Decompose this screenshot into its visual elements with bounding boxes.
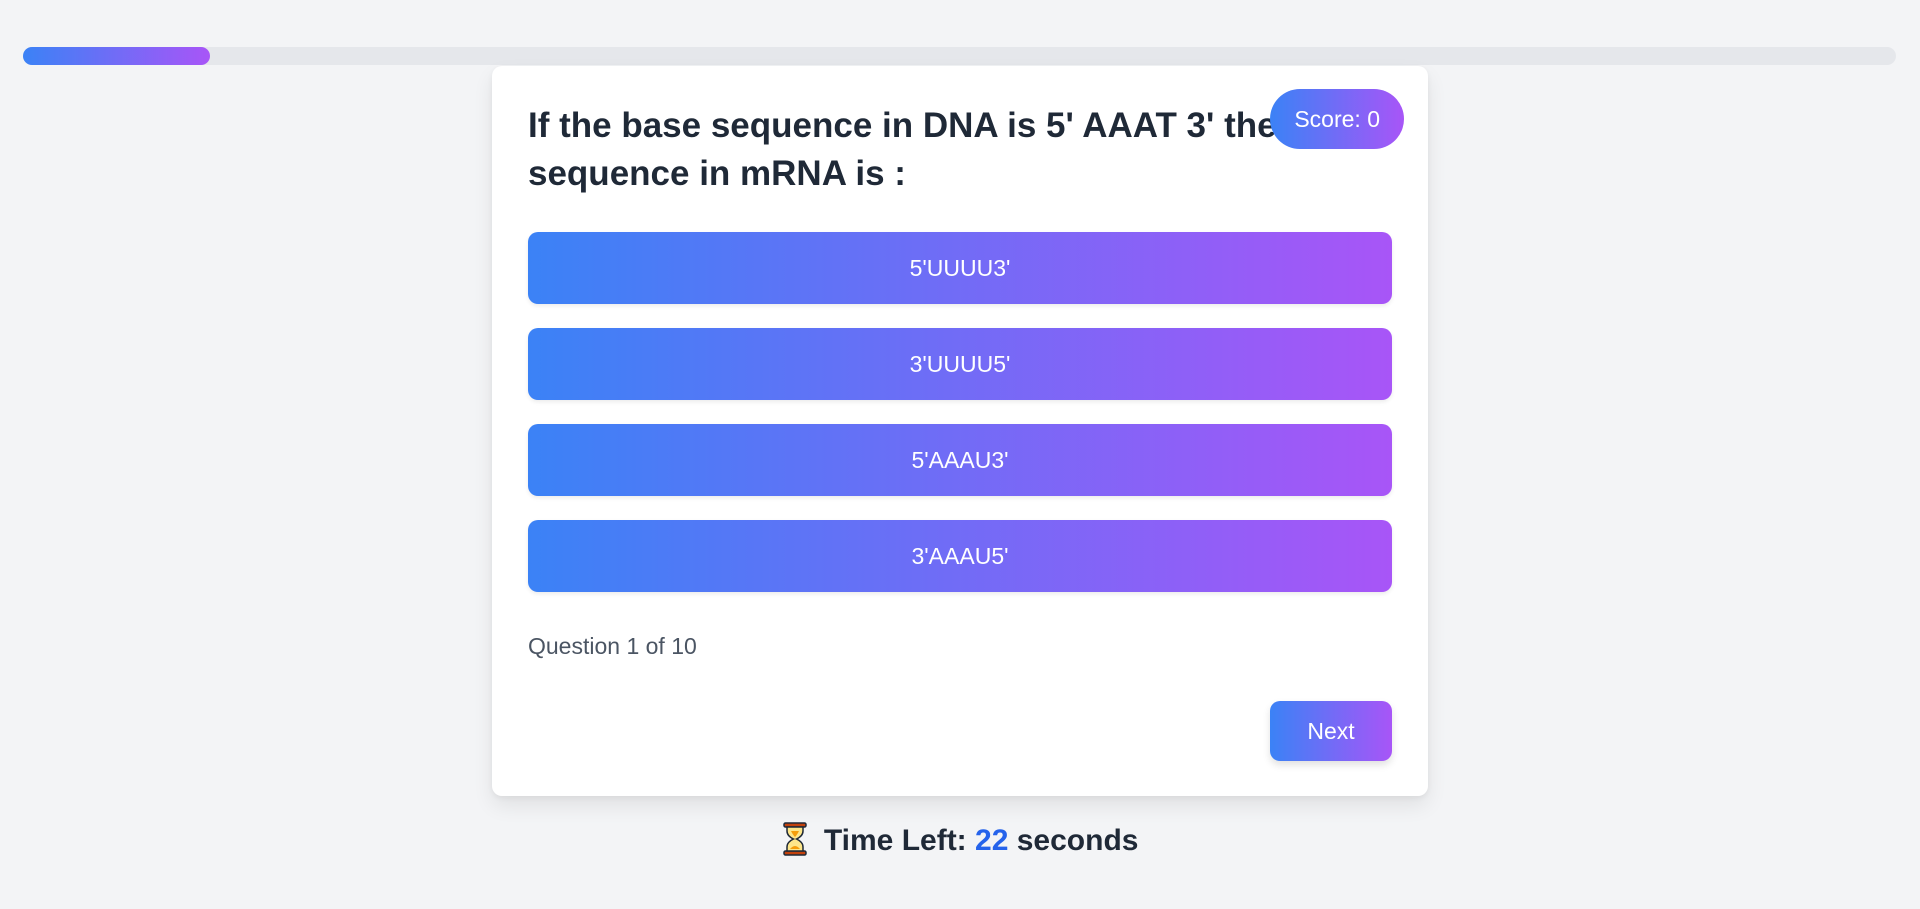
timer-prefix: Time Left: [823, 824, 967, 857]
timer-suffix: seconds [1016, 824, 1139, 857]
question-text: If the base sequence in DNA is 5' AAAT 3… [528, 106, 1388, 193]
answer-option-3[interactable]: 5'AAAU3' [528, 424, 1392, 496]
timer-seconds-value: 22 [975, 824, 1009, 857]
quiz-card: Score: 0 If the base sequence in DNA is … [492, 66, 1428, 796]
progress-bar-fill [23, 47, 211, 65]
answer-option-4[interactable]: 3'AAAU5' [528, 520, 1392, 592]
progress-bar [23, 47, 1896, 65]
question-counter: Question 1 of 10 [528, 633, 697, 659]
score-badge: Score: 0 [1270, 89, 1404, 149]
answer-option-2[interactable]: 3'UUUU5' [528, 328, 1392, 400]
next-button[interactable]: Next [1270, 701, 1392, 761]
answer-option-1[interactable]: 5'UUUU3' [528, 232, 1392, 304]
hourglass-icon [782, 822, 808, 864]
answer-options: 5'UUUU3' 3'UUUU5' 5'AAAU3' 3'AAAU5' [528, 232, 1392, 616]
timer: Time Left: 22 seconds [0, 822, 1920, 864]
